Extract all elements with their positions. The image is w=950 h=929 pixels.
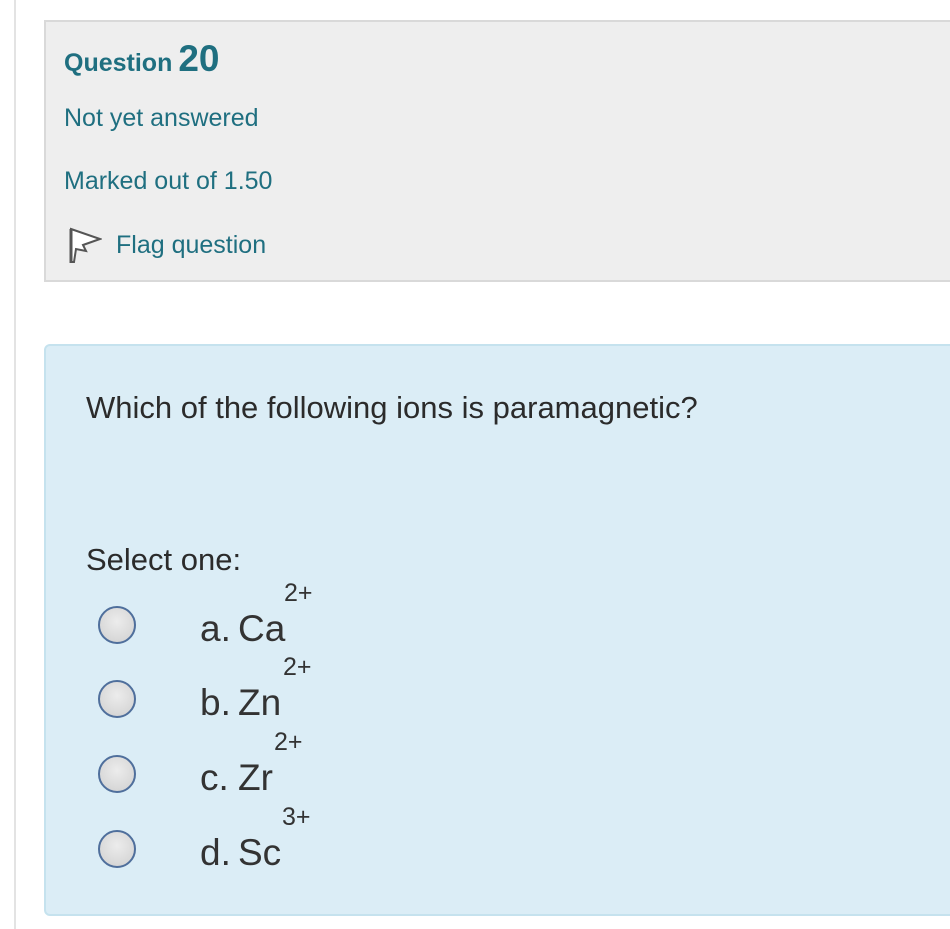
flag-question-label: Flag question [116, 230, 267, 259]
option-symbol-a: Ca [238, 608, 286, 649]
radio-button-b[interactable] [98, 680, 136, 718]
option-charge-b: 2+ [283, 653, 312, 681]
answer-option-a[interactable]: a. Ca 2+ [98, 579, 398, 652]
question-number: 20 [178, 38, 220, 79]
option-letter-c: c. [200, 757, 229, 798]
question-label: Question [64, 49, 173, 77]
flag-icon [69, 227, 102, 263]
answer-option-b[interactable]: b. Zn 2+ [98, 653, 398, 726]
radio-button-c[interactable] [98, 755, 136, 793]
radio-button-a[interactable] [98, 606, 136, 644]
answer-status: Not yet answered [64, 104, 259, 132]
flag-question-button[interactable]: Flag question [66, 225, 266, 265]
option-symbol-b: Zn [238, 682, 282, 723]
question-content-panel: Which of the following ions is paramagne… [44, 344, 950, 916]
question-heading: Question 20 [64, 38, 220, 80]
radio-button-d[interactable] [98, 830, 136, 868]
question-text: Which of the following ions is paramagne… [86, 390, 698, 425]
question-marks: Marked out of 1.50 [64, 167, 273, 195]
question-info-panel: Question 20 Not yet answered Marked out o… [44, 20, 950, 282]
option-letter-a: a. [200, 608, 231, 649]
option-letter-b: b. [200, 682, 231, 723]
option-charge-c: 2+ [274, 728, 303, 756]
answer-option-c[interactable]: c. Zr 2+ [98, 728, 398, 801]
option-symbol-d: Sc [238, 832, 282, 873]
option-charge-a: 2+ [284, 579, 313, 607]
select-one-prompt: Select one: [86, 542, 242, 577]
page-left-rule [14, 0, 16, 929]
option-letter-d: d. [200, 832, 231, 873]
option-charge-d: 3+ [282, 803, 311, 831]
answer-option-d[interactable]: d. Sc 3+ [98, 803, 398, 876]
option-symbol-c: Zr [238, 757, 273, 798]
